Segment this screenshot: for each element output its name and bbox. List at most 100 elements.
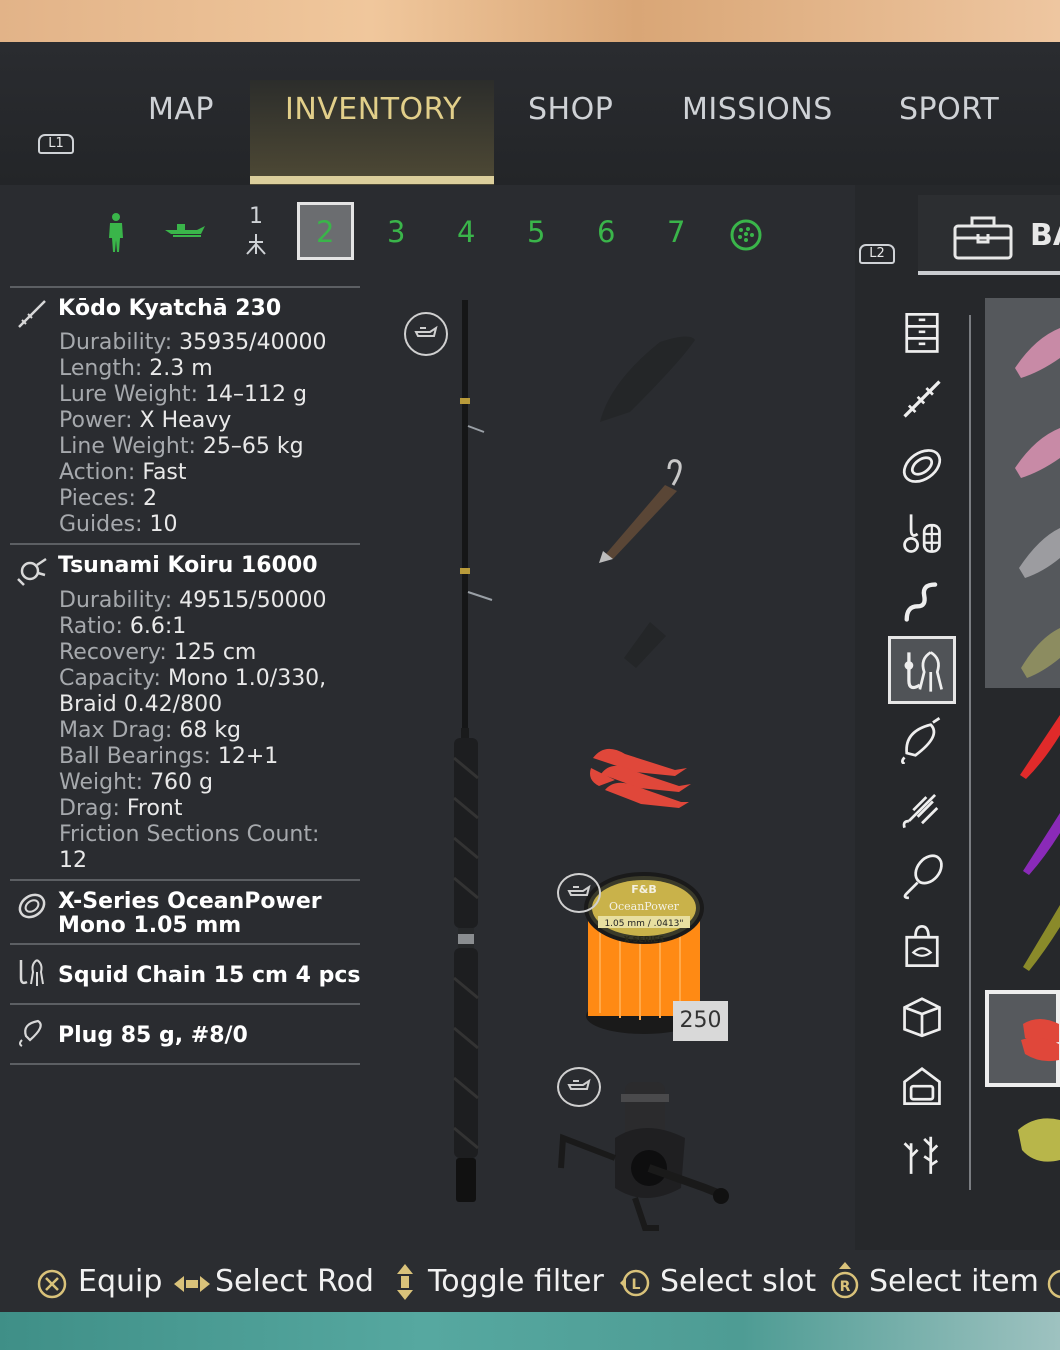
filter-lure[interactable]	[898, 716, 946, 768]
keepnet-icon[interactable]	[729, 218, 763, 252]
slot-3[interactable]: 3	[387, 215, 405, 249]
stat-row: Recovery: 125 cm	[59, 640, 256, 666]
stat-colon: :	[159, 640, 174, 665]
hint-select-item: Select item	[869, 1264, 1039, 1299]
stat-colon: :	[311, 822, 320, 847]
bait-name[interactable]: Squid Chain 15 cm 4 pcs	[58, 963, 360, 988]
tab-map[interactable]: MAP	[148, 92, 214, 127]
filter-feeder[interactable]	[898, 784, 946, 836]
yellow-lure-item[interactable]	[1015, 895, 1060, 975]
inventory-item-tile[interactable]	[985, 298, 1060, 688]
tab-inventory-underline	[250, 176, 494, 184]
squid-bait-icon	[904, 651, 943, 692]
selected-item-tile[interactable]	[985, 990, 1060, 1087]
rod-name[interactable]: Kōdo Kyatchā 230	[58, 296, 281, 321]
filter-squid-bait[interactable]	[898, 648, 946, 700]
line-length-count: 250	[673, 1001, 728, 1041]
empty-sinker-slot[interactable]	[620, 618, 670, 670]
stat-label: Power	[59, 408, 126, 433]
tab-bag-label[interactable]: BA	[1030, 218, 1060, 253]
filter-terminal-tackle[interactable]	[898, 510, 946, 562]
filter-rod[interactable]	[898, 375, 946, 427]
rod-icon	[18, 300, 46, 328]
reel-preview[interactable]	[555, 1078, 735, 1233]
angler-icon[interactable]	[105, 212, 127, 254]
stat-value: 125 cm	[173, 640, 257, 665]
drawers-icon	[905, 313, 939, 353]
line-name-1[interactable]: X-Series OceanPower	[58, 890, 322, 914]
lure-name[interactable]: Plug 85 g, #8/0	[58, 1023, 248, 1048]
stat-colon: :	[125, 408, 140, 433]
svg-text:R: R	[840, 1279, 851, 1295]
stat-row: Pieces: 2	[59, 486, 157, 512]
filter-bag[interactable]	[898, 922, 946, 974]
divider	[10, 543, 360, 545]
stat-value: 2.3 m	[149, 356, 213, 381]
stat-value: Mono 1.0/330,	[167, 666, 327, 691]
slot-5[interactable]: 5	[527, 215, 545, 249]
squid-bait-icon	[19, 959, 44, 986]
stat-row: Action: Fast	[59, 460, 187, 486]
repair-icon[interactable]	[404, 312, 448, 356]
plants-icon	[903, 1136, 939, 1174]
stat-colon: :	[115, 614, 130, 639]
filter-worm[interactable]	[898, 578, 946, 630]
stat-row: Capacity: Mono 1.0/330,	[59, 666, 326, 692]
hook-item[interactable]	[595, 455, 695, 565]
divider	[10, 286, 360, 288]
line-name-2[interactable]: Mono 1.05 mm	[58, 914, 241, 938]
tab-missions[interactable]: MISSIONS	[682, 92, 833, 127]
cross-button-icon	[37, 1269, 67, 1299]
tackle-box-icon	[953, 216, 1013, 260]
stat-colon: :	[134, 356, 150, 381]
boat-icon[interactable]	[163, 220, 207, 244]
stat-colon: :	[127, 460, 143, 485]
worm-icon	[904, 582, 938, 622]
pink-squid-items	[1015, 328, 1060, 678]
empty-leader-slot[interactable]	[590, 322, 700, 432]
hint-select-slot: Select slot	[660, 1264, 817, 1299]
filter-drawers[interactable]	[898, 310, 946, 362]
filter-vehicle[interactable]	[898, 1060, 946, 1112]
slot-2[interactable]: 2	[316, 215, 334, 249]
right-stick-icon: R	[831, 1262, 859, 1299]
slot-4[interactable]: 4	[457, 215, 475, 249]
stat-label: Guides	[59, 512, 136, 537]
box-icon	[903, 997, 941, 1038]
tab-shop[interactable]: SHOP	[528, 92, 613, 127]
filter-plants[interactable]	[898, 1128, 946, 1180]
stat-row: Ball Bearings: 12+1	[59, 744, 278, 770]
tab-inventory[interactable]: INVENTORY	[285, 92, 462, 127]
vehicle-icon	[903, 1067, 941, 1105]
yellow-skirt-item[interactable]	[1012, 1110, 1060, 1170]
filter-scrollbar[interactable]	[969, 315, 971, 1190]
lure-icon	[901, 717, 941, 766]
stat-colon: :	[190, 382, 205, 407]
tab-sport[interactable]: SPORT	[899, 92, 999, 127]
background-sky	[0, 0, 1060, 42]
squid-bait-preview[interactable]	[585, 740, 695, 822]
stat-colon: :	[203, 744, 218, 769]
filter-line-spool[interactable]	[898, 442, 946, 494]
stat-value: 68 kg	[179, 718, 242, 743]
spool-size: 1.05 mm / .0413"	[604, 919, 683, 929]
stat-value: 14–112 g	[204, 382, 307, 407]
stat-value: 12+1	[217, 744, 279, 769]
purple-lure-item[interactable]	[1015, 805, 1060, 880]
stat-row: Length: 2.3 m	[59, 356, 213, 382]
stat-row: Power: X Heavy	[59, 408, 231, 434]
slot-6[interactable]: 6	[597, 215, 615, 249]
divider	[10, 1063, 360, 1065]
stat-row: Ratio: 6.6:1	[59, 614, 186, 640]
reel-name[interactable]: Tsunami Koiru 16000	[58, 553, 318, 578]
filter-box[interactable]	[898, 990, 946, 1042]
rod-stand-icon[interactable]	[244, 232, 268, 256]
stat-value: 35935/40000	[179, 330, 327, 355]
slot-7[interactable]: 7	[667, 215, 685, 249]
filter-spoon[interactable]	[898, 852, 946, 904]
repair-icon[interactable]	[557, 873, 601, 913]
stat-colon: :	[135, 770, 151, 795]
stat-value: 49515/50000	[179, 588, 327, 613]
hint-select-rod: Select Rod	[215, 1264, 374, 1299]
red-lure-item[interactable]	[1010, 705, 1060, 785]
